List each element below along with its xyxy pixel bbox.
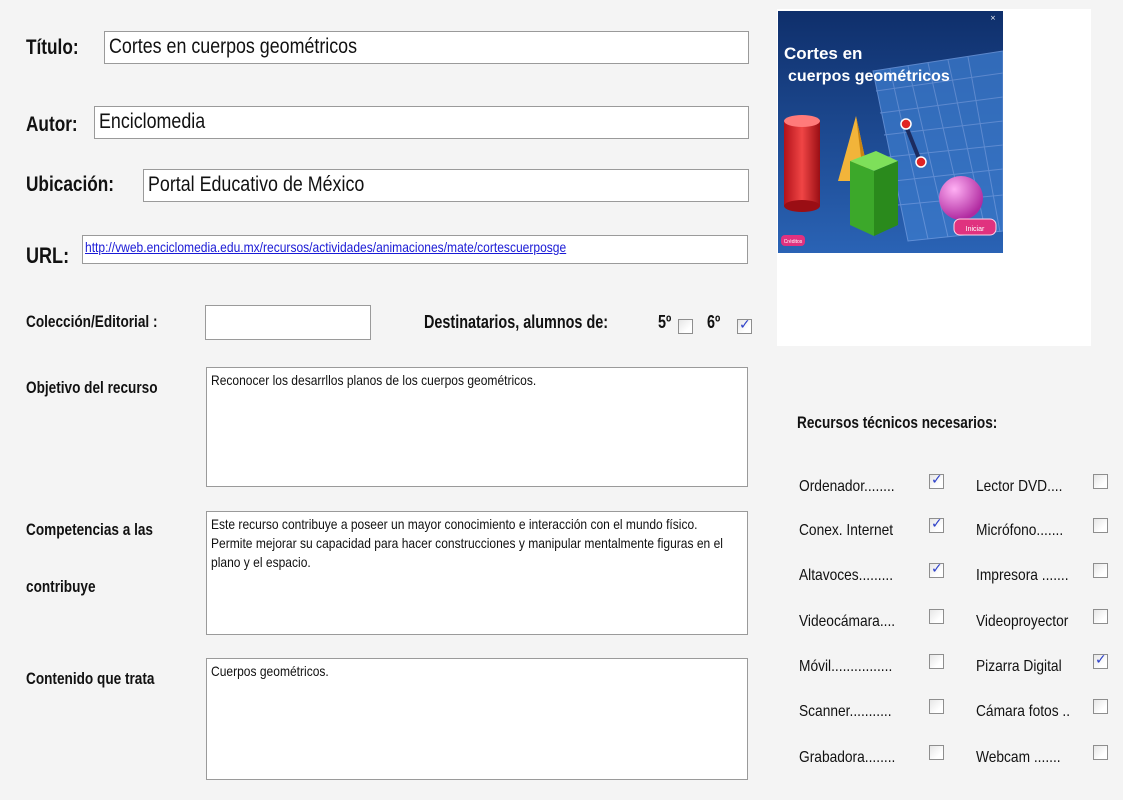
autor-value: Enciclomedia bbox=[99, 110, 206, 133]
thumbnail-title-line1: Cortes en bbox=[784, 44, 862, 63]
objetivo-label: Objetivo del recurso bbox=[26, 378, 158, 397]
recurso-checkbox-right-3[interactable] bbox=[1093, 609, 1108, 624]
recurso-checkbox-right-5[interactable] bbox=[1093, 699, 1108, 714]
recurso-checkbox-left-2[interactable] bbox=[929, 561, 944, 578]
ubicacion-label: Ubicación: bbox=[26, 173, 115, 196]
recurso-label-left-1: Conex. Internet bbox=[799, 522, 894, 539]
autor-label: Autor: bbox=[26, 113, 78, 136]
recurso-label-left-3: Videocámara.... bbox=[799, 613, 896, 630]
recurso-checkbox-right-4[interactable] bbox=[1093, 652, 1108, 669]
resource-thumbnail[interactable]: Cortes en cuerpos geométricos Iniciar Cr… bbox=[778, 11, 1003, 253]
contenido-textarea[interactable]: Cuerpos geométricos. bbox=[206, 658, 748, 780]
recurso-label-left-5: Scanner........... bbox=[799, 703, 892, 720]
objetivo-textarea[interactable]: Reconocer los desarrllos planos de los c… bbox=[206, 367, 748, 487]
recurso-checkbox-left-1[interactable] bbox=[929, 516, 944, 533]
titulo-value: Cortes en cuerpos geométricos bbox=[109, 35, 358, 58]
ubicacion-value: Portal Educativo de México bbox=[148, 173, 365, 196]
thumbnail-title-line2: cuerpos geométricos bbox=[788, 68, 950, 85]
titulo-field[interactable]: Cortes en cuerpos geométricos bbox=[104, 31, 749, 64]
recurso-checkbox-right-2[interactable] bbox=[1093, 563, 1108, 578]
thumbnail-start-button: Iniciar bbox=[966, 226, 985, 233]
grade6-checkbox[interactable] bbox=[737, 317, 752, 334]
recurso-label-left-0: Ordenador........ bbox=[799, 478, 895, 495]
ubicacion-field[interactable]: Portal Educativo de México bbox=[143, 169, 749, 202]
url-link[interactable]: http://vweb.enciclomedia.edu.mx/recursos… bbox=[85, 236, 566, 258]
recurso-label-left-4: Móvil................ bbox=[799, 658, 893, 675]
autor-field[interactable]: Enciclomedia bbox=[94, 106, 749, 139]
contenido-label: Contenido que trata bbox=[26, 669, 155, 688]
url-label: URL: bbox=[26, 243, 70, 268]
recurso-checkbox-left-5[interactable] bbox=[929, 699, 944, 714]
titulo-label: Título: bbox=[26, 36, 79, 59]
destinatarios-label: Destinatarios, alumnos de: bbox=[424, 312, 609, 332]
competencias-label-line2: contribuye bbox=[26, 577, 96, 596]
competencias-text: Este recurso contribuye a poseer un mayo… bbox=[211, 516, 723, 570]
grade5-checkbox[interactable] bbox=[678, 319, 693, 334]
recurso-label-left-2: Altavoces......... bbox=[799, 567, 894, 584]
coleccion-label: Colección/Editorial : bbox=[26, 312, 158, 331]
coleccion-field[interactable] bbox=[205, 305, 371, 340]
competencias-textarea[interactable]: Este recurso contribuye a poseer un mayo… bbox=[206, 511, 748, 635]
thumbnail-illustration: Cortes en cuerpos geométricos Iniciar Cr… bbox=[778, 11, 1003, 253]
recurso-checkbox-left-3[interactable] bbox=[929, 609, 944, 624]
recurso-label-right-0: Lector DVD.... bbox=[976, 478, 1063, 495]
recurso-label-right-4: Pizarra Digital bbox=[976, 658, 1062, 675]
recurso-label-right-6: Webcam ....... bbox=[976, 749, 1061, 766]
recurso-checkbox-left-6[interactable] bbox=[929, 745, 944, 760]
recurso-label-right-5: Cámara fotos .. bbox=[976, 703, 1071, 720]
grade6-label: 6º bbox=[707, 312, 721, 332]
recurso-checkbox-right-6[interactable] bbox=[1093, 745, 1108, 760]
recurso-checkbox-right-0[interactable] bbox=[1093, 474, 1108, 489]
thumbnail-credits-button: Créditos bbox=[784, 239, 803, 245]
recurso-label-right-1: Micrófono....... bbox=[976, 522, 1064, 539]
recurso-label-right-2: Impresora ....... bbox=[976, 567, 1069, 584]
recurso-checkbox-right-1[interactable] bbox=[1093, 518, 1108, 533]
recurso-checkbox-left-4[interactable] bbox=[929, 654, 944, 669]
url-field[interactable]: http://vweb.enciclomedia.edu.mx/recursos… bbox=[82, 235, 748, 264]
recurso-checkbox-left-0[interactable] bbox=[929, 472, 944, 489]
thumbnail-close-icon: × bbox=[990, 14, 996, 22]
recursos-heading: Recursos técnicos necesarios: bbox=[797, 413, 998, 432]
recurso-label-left-6: Grabadora........ bbox=[799, 749, 896, 766]
recurso-label-right-3: Videoproyector bbox=[976, 613, 1069, 630]
contenido-text: Cuerpos geométricos. bbox=[211, 663, 329, 679]
grade5-label: 5º bbox=[658, 312, 672, 332]
objetivo-text: Reconocer los desarrllos planos de los c… bbox=[211, 372, 537, 388]
competencias-label-line1: Competencias a las bbox=[26, 520, 153, 539]
